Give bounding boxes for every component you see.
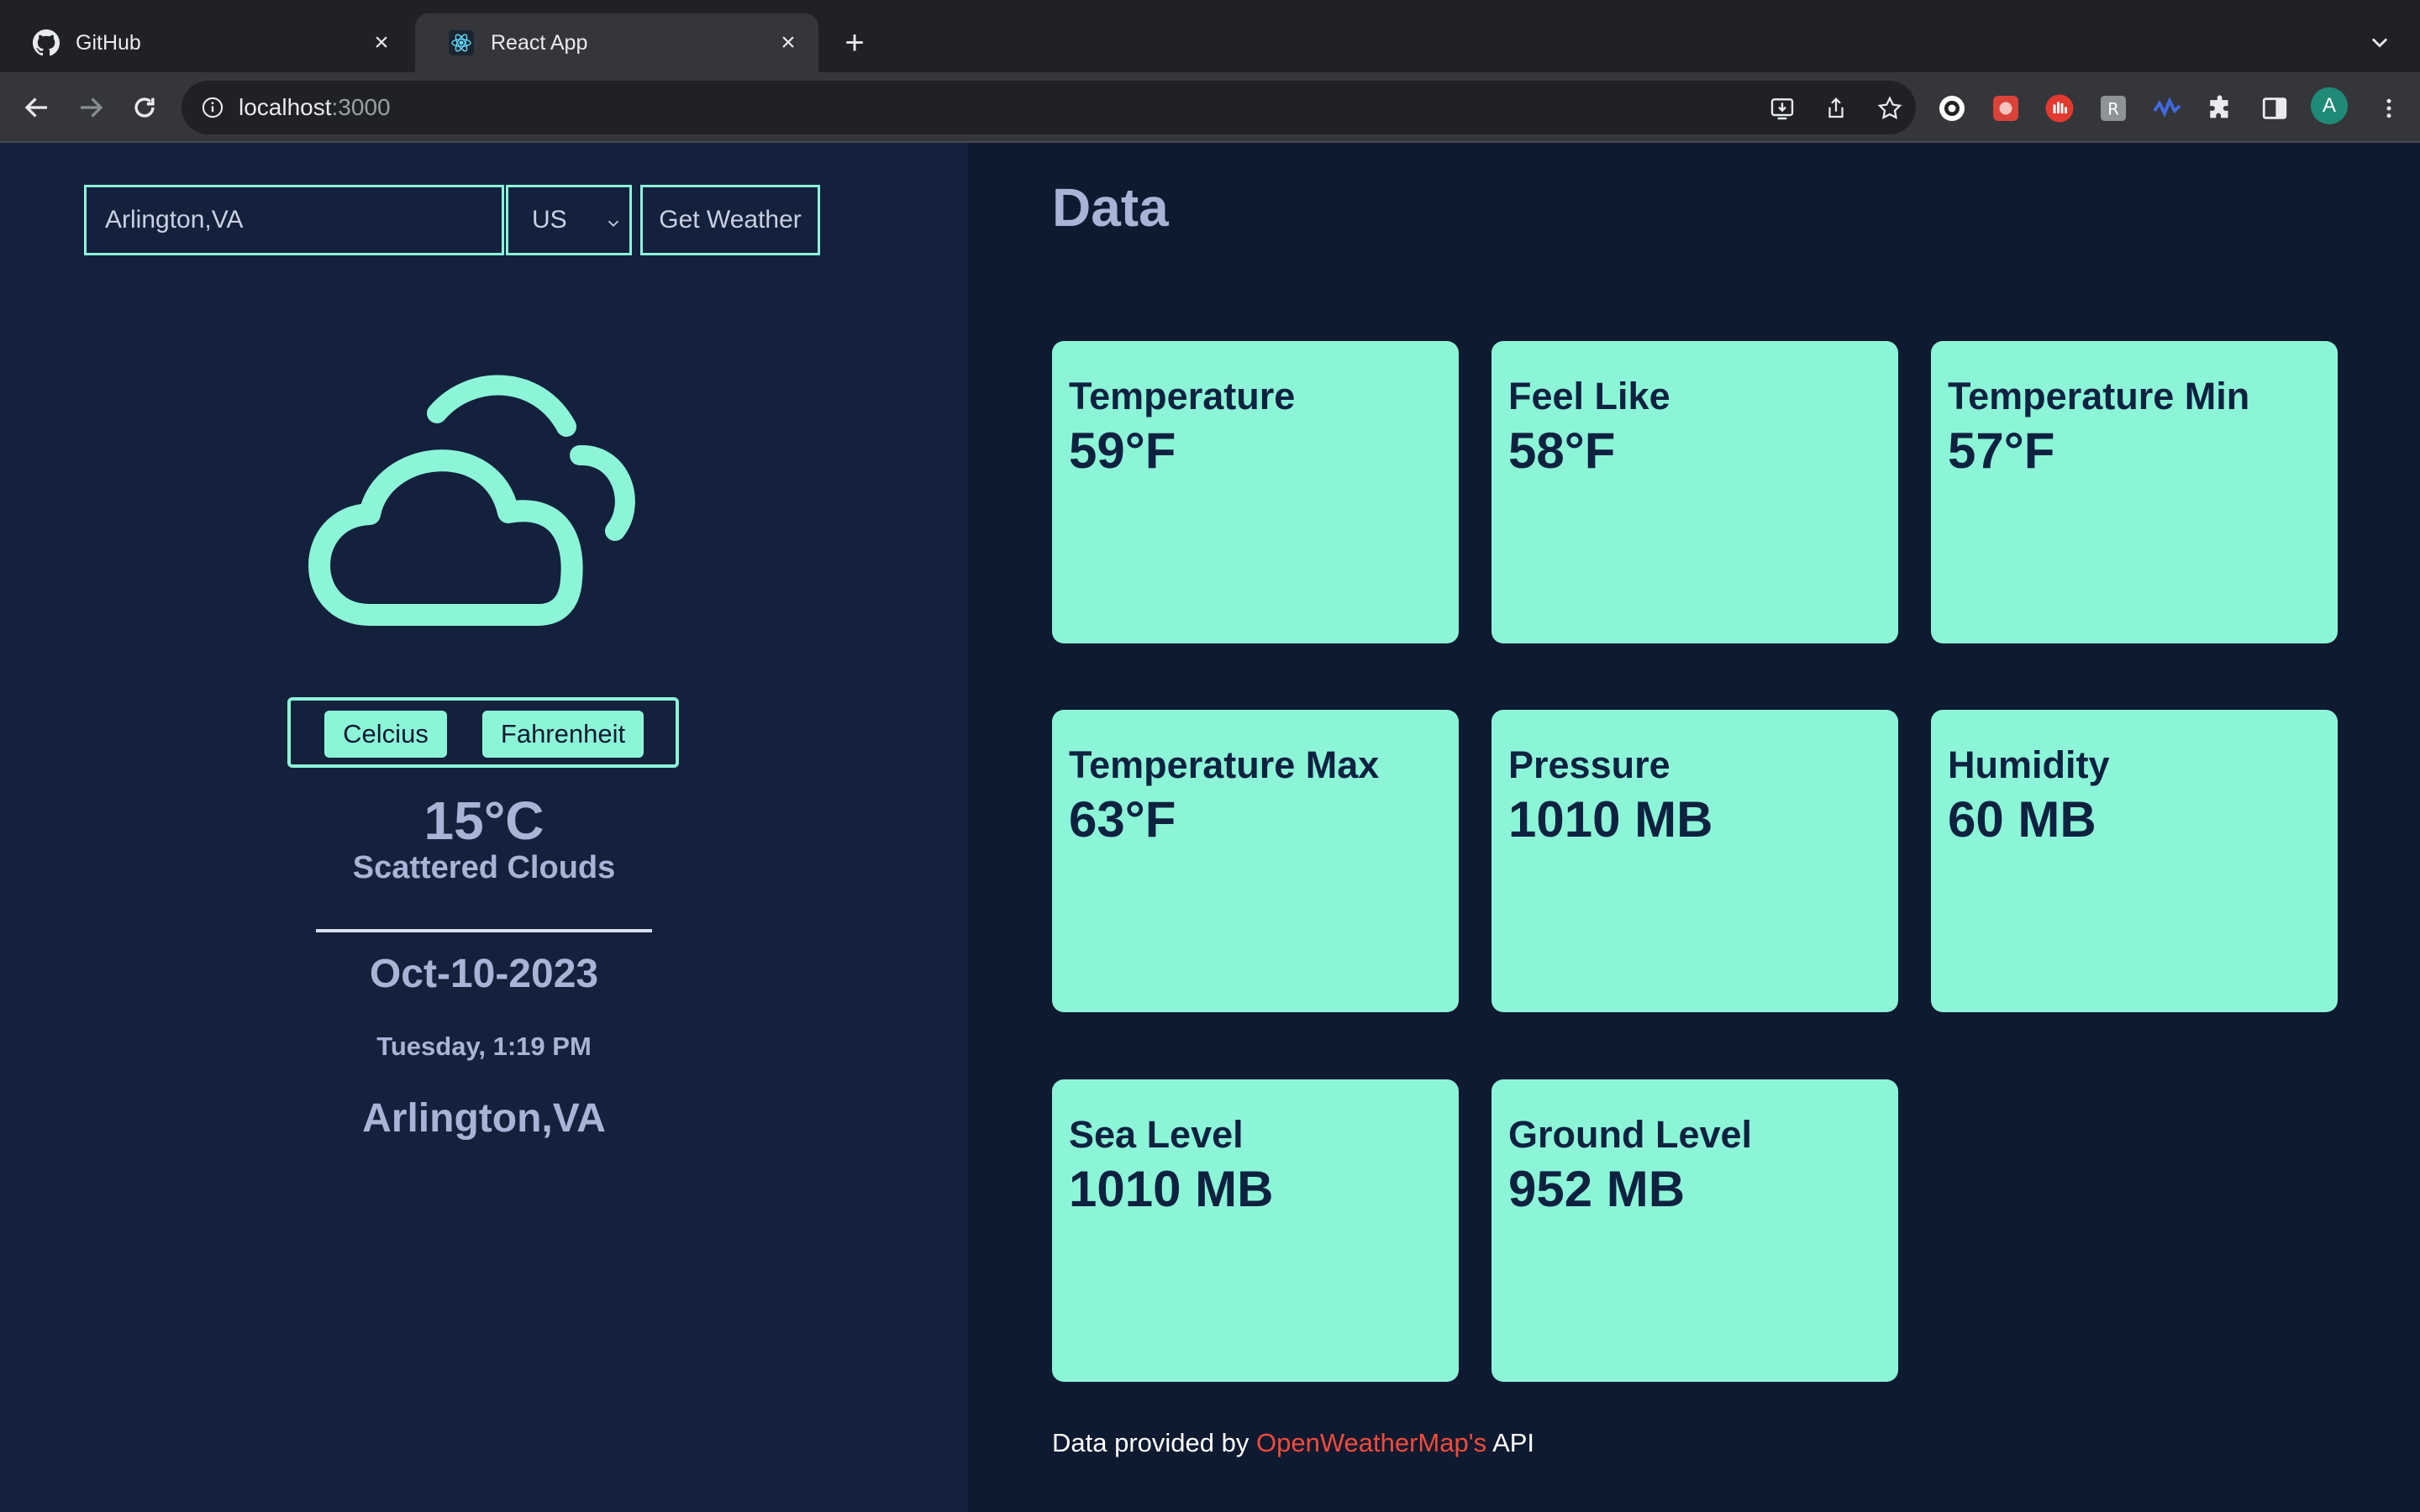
tab-react-app[interactable]: React App × [415, 13, 818, 72]
search-form: US Get Weather [84, 185, 820, 255]
extension-icon[interactable] [2149, 91, 2185, 126]
unit-toggle: Celcius Fahrenheit [287, 697, 679, 768]
forward-arrow-icon[interactable] [72, 89, 109, 126]
install-app-icon[interactable] [1765, 91, 1800, 126]
footer-suffix: API [1492, 1428, 1535, 1457]
new-tab-icon[interactable]: + [835, 24, 874, 62]
side-panel-icon[interactable] [2257, 91, 2292, 126]
divider [316, 929, 652, 932]
puzzle-icon[interactable] [2203, 91, 2238, 126]
card-label: Sea Level [1069, 1113, 1244, 1156]
close-tab-icon[interactable]: × [366, 28, 397, 58]
card-label: Ground Level [1508, 1113, 1753, 1156]
get-weather-button[interactable]: Get Weather [640, 185, 820, 255]
browser-toolbar: localhost:3000 R [0, 72, 2420, 143]
more-menu-icon[interactable] [2371, 91, 2407, 126]
current-temperature: 15°C [424, 790, 544, 851]
back-arrow-icon[interactable] [18, 89, 55, 126]
react-icon [447, 29, 476, 57]
city-name: Arlington,VA [362, 1096, 606, 1141]
address-bar[interactable]: localhost:3000 [182, 81, 1916, 134]
card-value: 952 MB [1508, 1161, 1686, 1217]
data-card-temperature-max: Temperature Max 63°F [1052, 710, 1459, 1012]
close-tab-icon[interactable]: × [773, 28, 803, 58]
card-label: Temperature [1069, 375, 1296, 417]
card-label: Temperature Max [1069, 743, 1380, 786]
card-label: Temperature Min [1948, 375, 2250, 417]
scattered-clouds-icon [302, 370, 672, 638]
data-card-pressure: Pressure 1010 MB [1491, 710, 1898, 1012]
card-value: 57°F [1948, 423, 2055, 479]
country-select-value: US [532, 206, 567, 234]
card-label: Pressure [1508, 743, 1670, 786]
extension-icon[interactable]: R [2096, 91, 2131, 126]
attribution-footer: Data provided by OpenWeatherMap's API [1052, 1428, 1534, 1458]
chevron-down-icon[interactable] [2363, 25, 2396, 59]
chevron-down-icon [604, 211, 623, 239]
card-value: 58°F [1508, 423, 1616, 479]
card-value: 60 MB [1948, 791, 2096, 848]
avatar[interactable]: A [2311, 87, 2348, 124]
card-value: 1010 MB [1508, 791, 1713, 848]
current-time: Tuesday, 1:19 PM [376, 1032, 592, 1061]
github-icon [32, 29, 60, 57]
data-card-temperature-min: Temperature Min 57°F [1931, 341, 2338, 643]
svg-text:R: R [2107, 100, 2119, 119]
tab-github[interactable]: GitHub × [0, 13, 412, 72]
current-date: Oct-10-2023 [369, 952, 599, 996]
data-panel: Data Temperature 59°F Feel Like 58°F Tem… [968, 143, 2420, 1512]
url-text: localhost:3000 [239, 94, 391, 120]
celsius-button[interactable]: Celcius [324, 711, 447, 758]
card-value: 59°F [1069, 423, 1176, 479]
data-card-feel-like: Feel Like 58°F [1491, 341, 1898, 643]
card-value: 1010 MB [1069, 1161, 1274, 1217]
city-input[interactable] [84, 185, 504, 255]
star-icon[interactable] [1872, 91, 1907, 126]
current-weather-panel: US Get Weather Celcius Fahrenheit 15°C S… [0, 143, 968, 1512]
extension-icon[interactable] [2042, 91, 2077, 126]
country-select[interactable]: US [506, 185, 632, 255]
weather-app: US Get Weather Celcius Fahrenheit 15°C S… [0, 143, 2420, 1512]
share-icon[interactable] [1818, 91, 1854, 126]
tab-title: GitHub [76, 30, 141, 55]
fahrenheit-button[interactable]: Fahrenheit [482, 711, 644, 758]
card-label: Feel Like [1508, 375, 1670, 417]
data-card-temperature: Temperature 59°F [1052, 341, 1459, 643]
data-card-sea-level: Sea Level 1010 MB [1052, 1079, 1459, 1382]
footer-prefix: Data provided by [1052, 1428, 1249, 1457]
data-card-humidity: Humidity 60 MB [1931, 710, 2338, 1012]
openweathermap-link[interactable]: OpenWeatherMap's [1256, 1428, 1486, 1457]
info-icon[interactable] [198, 93, 227, 122]
data-card-ground-level: Ground Level 952 MB [1491, 1079, 1898, 1382]
reload-icon[interactable] [126, 89, 163, 126]
browser-tabstrip: GitHub × React App × + [0, 0, 2420, 72]
weather-description: Scattered Clouds [352, 850, 616, 885]
data-title: Data [1052, 177, 1169, 238]
card-value: 63°F [1069, 791, 1176, 848]
card-label: Humidity [1948, 743, 2110, 786]
extension-icon[interactable] [1934, 91, 1970, 126]
extension-icon[interactable] [1988, 91, 2023, 126]
tab-title: React App [491, 30, 588, 55]
